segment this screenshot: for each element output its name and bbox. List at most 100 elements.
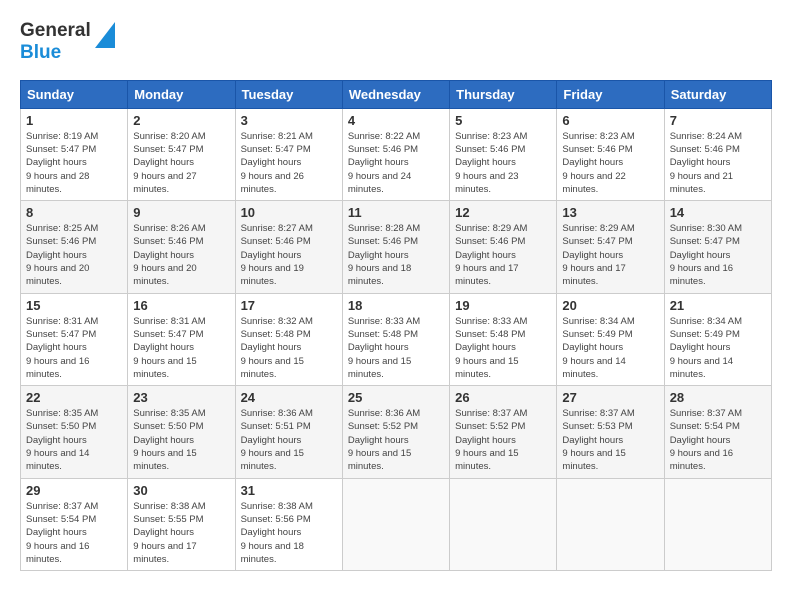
day-number: 26 <box>455 390 551 405</box>
sunset-label: Sunset: 5:47 PM <box>133 144 203 155</box>
day-info: Sunrise: 8:28 AM Sunset: 5:46 PM Dayligh… <box>348 222 444 288</box>
daylight-label: Daylight hours <box>670 342 731 353</box>
day-info: Sunrise: 8:37 AM Sunset: 5:53 PM Dayligh… <box>562 407 658 473</box>
daylight-value: 9 hours and 18 minutes. <box>241 541 304 565</box>
sunrise-label: Sunrise: 8:38 AM <box>133 501 205 512</box>
calendar-week-row: 22 Sunrise: 8:35 AM Sunset: 5:50 PM Dayl… <box>21 386 772 478</box>
day-number: 31 <box>241 483 337 498</box>
day-info: Sunrise: 8:34 AM Sunset: 5:49 PM Dayligh… <box>562 315 658 381</box>
calendar-cell: 22 Sunrise: 8:35 AM Sunset: 5:50 PM Dayl… <box>21 386 128 478</box>
sunrise-label: Sunrise: 8:37 AM <box>562 408 634 419</box>
daylight-label: Daylight hours <box>348 250 409 261</box>
day-number: 25 <box>348 390 444 405</box>
daylight-value: 9 hours and 15 minutes. <box>562 448 625 472</box>
calendar-cell: 29 Sunrise: 8:37 AM Sunset: 5:54 PM Dayl… <box>21 478 128 570</box>
calendar-header-row: SundayMondayTuesdayWednesdayThursdayFrid… <box>21 80 772 108</box>
calendar-cell: 8 Sunrise: 8:25 AM Sunset: 5:46 PM Dayli… <box>21 201 128 293</box>
calendar-cell: 21 Sunrise: 8:34 AM Sunset: 5:49 PM Dayl… <box>664 293 771 385</box>
daylight-label: Daylight hours <box>348 435 409 446</box>
day-number: 12 <box>455 205 551 220</box>
day-info: Sunrise: 8:31 AM Sunset: 5:47 PM Dayligh… <box>133 315 229 381</box>
day-info: Sunrise: 8:26 AM Sunset: 5:46 PM Dayligh… <box>133 222 229 288</box>
calendar-cell: 25 Sunrise: 8:36 AM Sunset: 5:52 PM Dayl… <box>342 386 449 478</box>
daylight-value: 9 hours and 20 minutes. <box>133 263 196 287</box>
day-number: 19 <box>455 298 551 313</box>
daylight-value: 9 hours and 24 minutes. <box>348 171 411 195</box>
day-info: Sunrise: 8:33 AM Sunset: 5:48 PM Dayligh… <box>348 315 444 381</box>
sunrise-label: Sunrise: 8:37 AM <box>670 408 742 419</box>
day-info: Sunrise: 8:21 AM Sunset: 5:47 PM Dayligh… <box>241 130 337 196</box>
logo-icon <box>95 22 115 48</box>
sunset-label: Sunset: 5:51 PM <box>241 421 311 432</box>
daylight-value: 9 hours and 15 minutes. <box>241 448 304 472</box>
day-number: 28 <box>670 390 766 405</box>
calendar-cell: 15 Sunrise: 8:31 AM Sunset: 5:47 PM Dayl… <box>21 293 128 385</box>
sunrise-label: Sunrise: 8:34 AM <box>670 316 742 327</box>
daylight-value: 9 hours and 21 minutes. <box>670 171 733 195</box>
calendar-cell: 9 Sunrise: 8:26 AM Sunset: 5:46 PM Dayli… <box>128 201 235 293</box>
daylight-value: 9 hours and 14 minutes. <box>562 356 625 380</box>
sunrise-label: Sunrise: 8:30 AM <box>670 223 742 234</box>
sunset-label: Sunset: 5:47 PM <box>670 236 740 247</box>
calendar-cell: 7 Sunrise: 8:24 AM Sunset: 5:46 PM Dayli… <box>664 108 771 200</box>
calendar-cell: 16 Sunrise: 8:31 AM Sunset: 5:47 PM Dayl… <box>128 293 235 385</box>
sunset-label: Sunset: 5:55 PM <box>133 514 203 525</box>
day-info: Sunrise: 8:38 AM Sunset: 5:56 PM Dayligh… <box>241 500 337 566</box>
daylight-label: Daylight hours <box>133 435 194 446</box>
day-number: 9 <box>133 205 229 220</box>
daylight-value: 9 hours and 18 minutes. <box>348 263 411 287</box>
weekday-header-monday: Monday <box>128 80 235 108</box>
sunset-label: Sunset: 5:46 PM <box>562 144 632 155</box>
day-number: 21 <box>670 298 766 313</box>
sunrise-label: Sunrise: 8:36 AM <box>348 408 420 419</box>
sunrise-label: Sunrise: 8:29 AM <box>562 223 634 234</box>
calendar-cell: 26 Sunrise: 8:37 AM Sunset: 5:52 PM Dayl… <box>450 386 557 478</box>
day-info: Sunrise: 8:31 AM Sunset: 5:47 PM Dayligh… <box>26 315 122 381</box>
daylight-label: Daylight hours <box>26 157 87 168</box>
calendar-cell: 2 Sunrise: 8:20 AM Sunset: 5:47 PM Dayli… <box>128 108 235 200</box>
daylight-value: 9 hours and 15 minutes. <box>348 448 411 472</box>
daylight-label: Daylight hours <box>562 250 623 261</box>
sunrise-label: Sunrise: 8:29 AM <box>455 223 527 234</box>
sunset-label: Sunset: 5:48 PM <box>348 329 418 340</box>
sunset-label: Sunset: 5:48 PM <box>241 329 311 340</box>
daylight-label: Daylight hours <box>26 435 87 446</box>
daylight-label: Daylight hours <box>26 250 87 261</box>
sunset-label: Sunset: 5:47 PM <box>562 236 632 247</box>
day-info: Sunrise: 8:22 AM Sunset: 5:46 PM Dayligh… <box>348 130 444 196</box>
day-number: 13 <box>562 205 658 220</box>
day-info: Sunrise: 8:29 AM Sunset: 5:47 PM Dayligh… <box>562 222 658 288</box>
sunset-label: Sunset: 5:54 PM <box>670 421 740 432</box>
day-info: Sunrise: 8:23 AM Sunset: 5:46 PM Dayligh… <box>562 130 658 196</box>
daylight-value: 9 hours and 28 minutes. <box>26 171 89 195</box>
day-info: Sunrise: 8:25 AM Sunset: 5:46 PM Dayligh… <box>26 222 122 288</box>
daylight-label: Daylight hours <box>670 435 731 446</box>
sunrise-label: Sunrise: 8:31 AM <box>133 316 205 327</box>
daylight-label: Daylight hours <box>455 435 516 446</box>
day-number: 29 <box>26 483 122 498</box>
weekday-header-sunday: Sunday <box>21 80 128 108</box>
day-info: Sunrise: 8:37 AM Sunset: 5:54 PM Dayligh… <box>26 500 122 566</box>
calendar-week-row: 15 Sunrise: 8:31 AM Sunset: 5:47 PM Dayl… <box>21 293 772 385</box>
day-info: Sunrise: 8:37 AM Sunset: 5:52 PM Dayligh… <box>455 407 551 473</box>
sunset-label: Sunset: 5:50 PM <box>133 421 203 432</box>
daylight-value: 9 hours and 16 minutes. <box>670 263 733 287</box>
day-number: 7 <box>670 113 766 128</box>
sunrise-label: Sunrise: 8:33 AM <box>455 316 527 327</box>
sunset-label: Sunset: 5:46 PM <box>455 144 525 155</box>
day-number: 24 <box>241 390 337 405</box>
day-info: Sunrise: 8:29 AM Sunset: 5:46 PM Dayligh… <box>455 222 551 288</box>
sunset-label: Sunset: 5:54 PM <box>26 514 96 525</box>
sunrise-label: Sunrise: 8:20 AM <box>133 131 205 142</box>
day-number: 10 <box>241 205 337 220</box>
day-number: 3 <box>241 113 337 128</box>
day-number: 11 <box>348 205 444 220</box>
sunrise-label: Sunrise: 8:25 AM <box>26 223 98 234</box>
daylight-label: Daylight hours <box>241 435 302 446</box>
daylight-label: Daylight hours <box>455 342 516 353</box>
calendar-cell: 12 Sunrise: 8:29 AM Sunset: 5:46 PM Dayl… <box>450 201 557 293</box>
daylight-value: 9 hours and 17 minutes. <box>133 541 196 565</box>
day-number: 1 <box>26 113 122 128</box>
sunset-label: Sunset: 5:53 PM <box>562 421 632 432</box>
sunset-label: Sunset: 5:46 PM <box>348 236 418 247</box>
